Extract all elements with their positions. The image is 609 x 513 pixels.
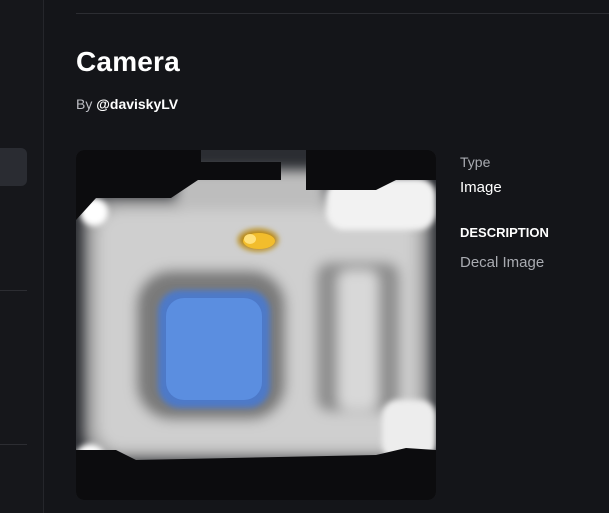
sidebar-divider bbox=[0, 290, 27, 291]
item-details: Type Image DESCRIPTION Decal Image bbox=[460, 152, 609, 273]
type-label: Type bbox=[460, 154, 491, 170]
creator-link[interactable]: @daviskyLV bbox=[96, 96, 178, 112]
page-title: Camera bbox=[76, 46, 180, 77]
creator-byline: By @daviskyLV bbox=[76, 96, 178, 112]
sidebar-item-active[interactable] bbox=[0, 148, 27, 186]
type-value: Image bbox=[460, 179, 502, 196]
sidebar-divider bbox=[0, 444, 27, 445]
description-heading: DESCRIPTION bbox=[460, 225, 549, 240]
left-sidebar bbox=[0, 0, 44, 513]
item-thumbnail bbox=[76, 150, 436, 500]
description-text: Decal Image bbox=[460, 254, 545, 271]
header-divider bbox=[76, 13, 609, 14]
byline-prefix: By bbox=[76, 96, 97, 112]
camera-icon bbox=[76, 150, 436, 500]
